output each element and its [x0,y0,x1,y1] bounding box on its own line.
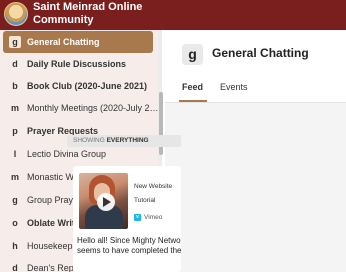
video-source-label: Vimeo [144,214,163,221]
tab-events[interactable]: Events [220,82,248,92]
sidebar-item-label: General Chatting [27,36,100,47]
video-title[interactable]: New Website [134,183,172,190]
video-thumbnail[interactable] [79,173,128,229]
play-icon[interactable] [97,193,115,211]
video-subtitle: Tutorial [134,197,156,204]
group-badge: b [12,81,18,91]
post-text-line: Hello all! Since Mighty Netwo [77,236,181,245]
group-badge: m [10,103,19,113]
group-badge: m [10,172,19,182]
app-title[interactable]: Saint Meinrad Online Community [33,1,163,27]
group-badge: g [12,195,18,205]
page-title: General Chatting [212,46,309,60]
group-badge: g [9,36,21,48]
sidebar-item-label: Daily Rule Discussions [27,58,127,69]
sidebar-item-monthly-meetings[interactable]: m Monthly Meetings (2020-July 2… [3,97,159,119]
sidebar-item-label: Monthly Meetings (2020-July 2… [27,102,159,113]
sidebar-item-general-chatting[interactable]: g General Chatting [3,31,153,53]
filter-prefix: SHOWING [73,137,105,144]
post-text: Hello all! Since Mighty Netwo seems to h… [77,236,181,256]
post-text-line: seems to have completed the [77,246,181,255]
sidebar-item-label: Book Club (2020-June 2021) [27,80,148,91]
group-badge: l [13,149,17,159]
filter-value: EVERYTHING [106,137,149,144]
tab-feed[interactable]: Feed [182,82,203,92]
community-logo-icon[interactable] [4,2,28,26]
group-badge: o [12,218,18,228]
feed-filter-dropdown[interactable]: SHOWING EVERYTHING [67,135,181,147]
group-badge: h [12,241,18,251]
sidebar-item-book-club[interactable]: b Book Club (2020-June 2021) [3,75,153,97]
sidebar-item-daily-rule-discussions[interactable]: d Daily Rule Discussions [3,53,153,75]
vimeo-icon: v [134,214,141,221]
post-card[interactable]: New Website Tutorial v Vimeo Hello all! … [73,166,181,272]
sidebar-item-label: Lectio Divina Group [27,148,107,159]
main-panel: g General Chatting Feed Events [165,30,346,272]
video-source: v Vimeo [134,214,162,221]
group-badge: d [12,59,18,69]
group-badge: d [12,263,18,272]
top-bar: Saint Meinrad Online Community [0,0,346,30]
feed-area [165,103,346,272]
group-avatar: g [182,44,203,65]
group-badge: p [12,126,18,136]
